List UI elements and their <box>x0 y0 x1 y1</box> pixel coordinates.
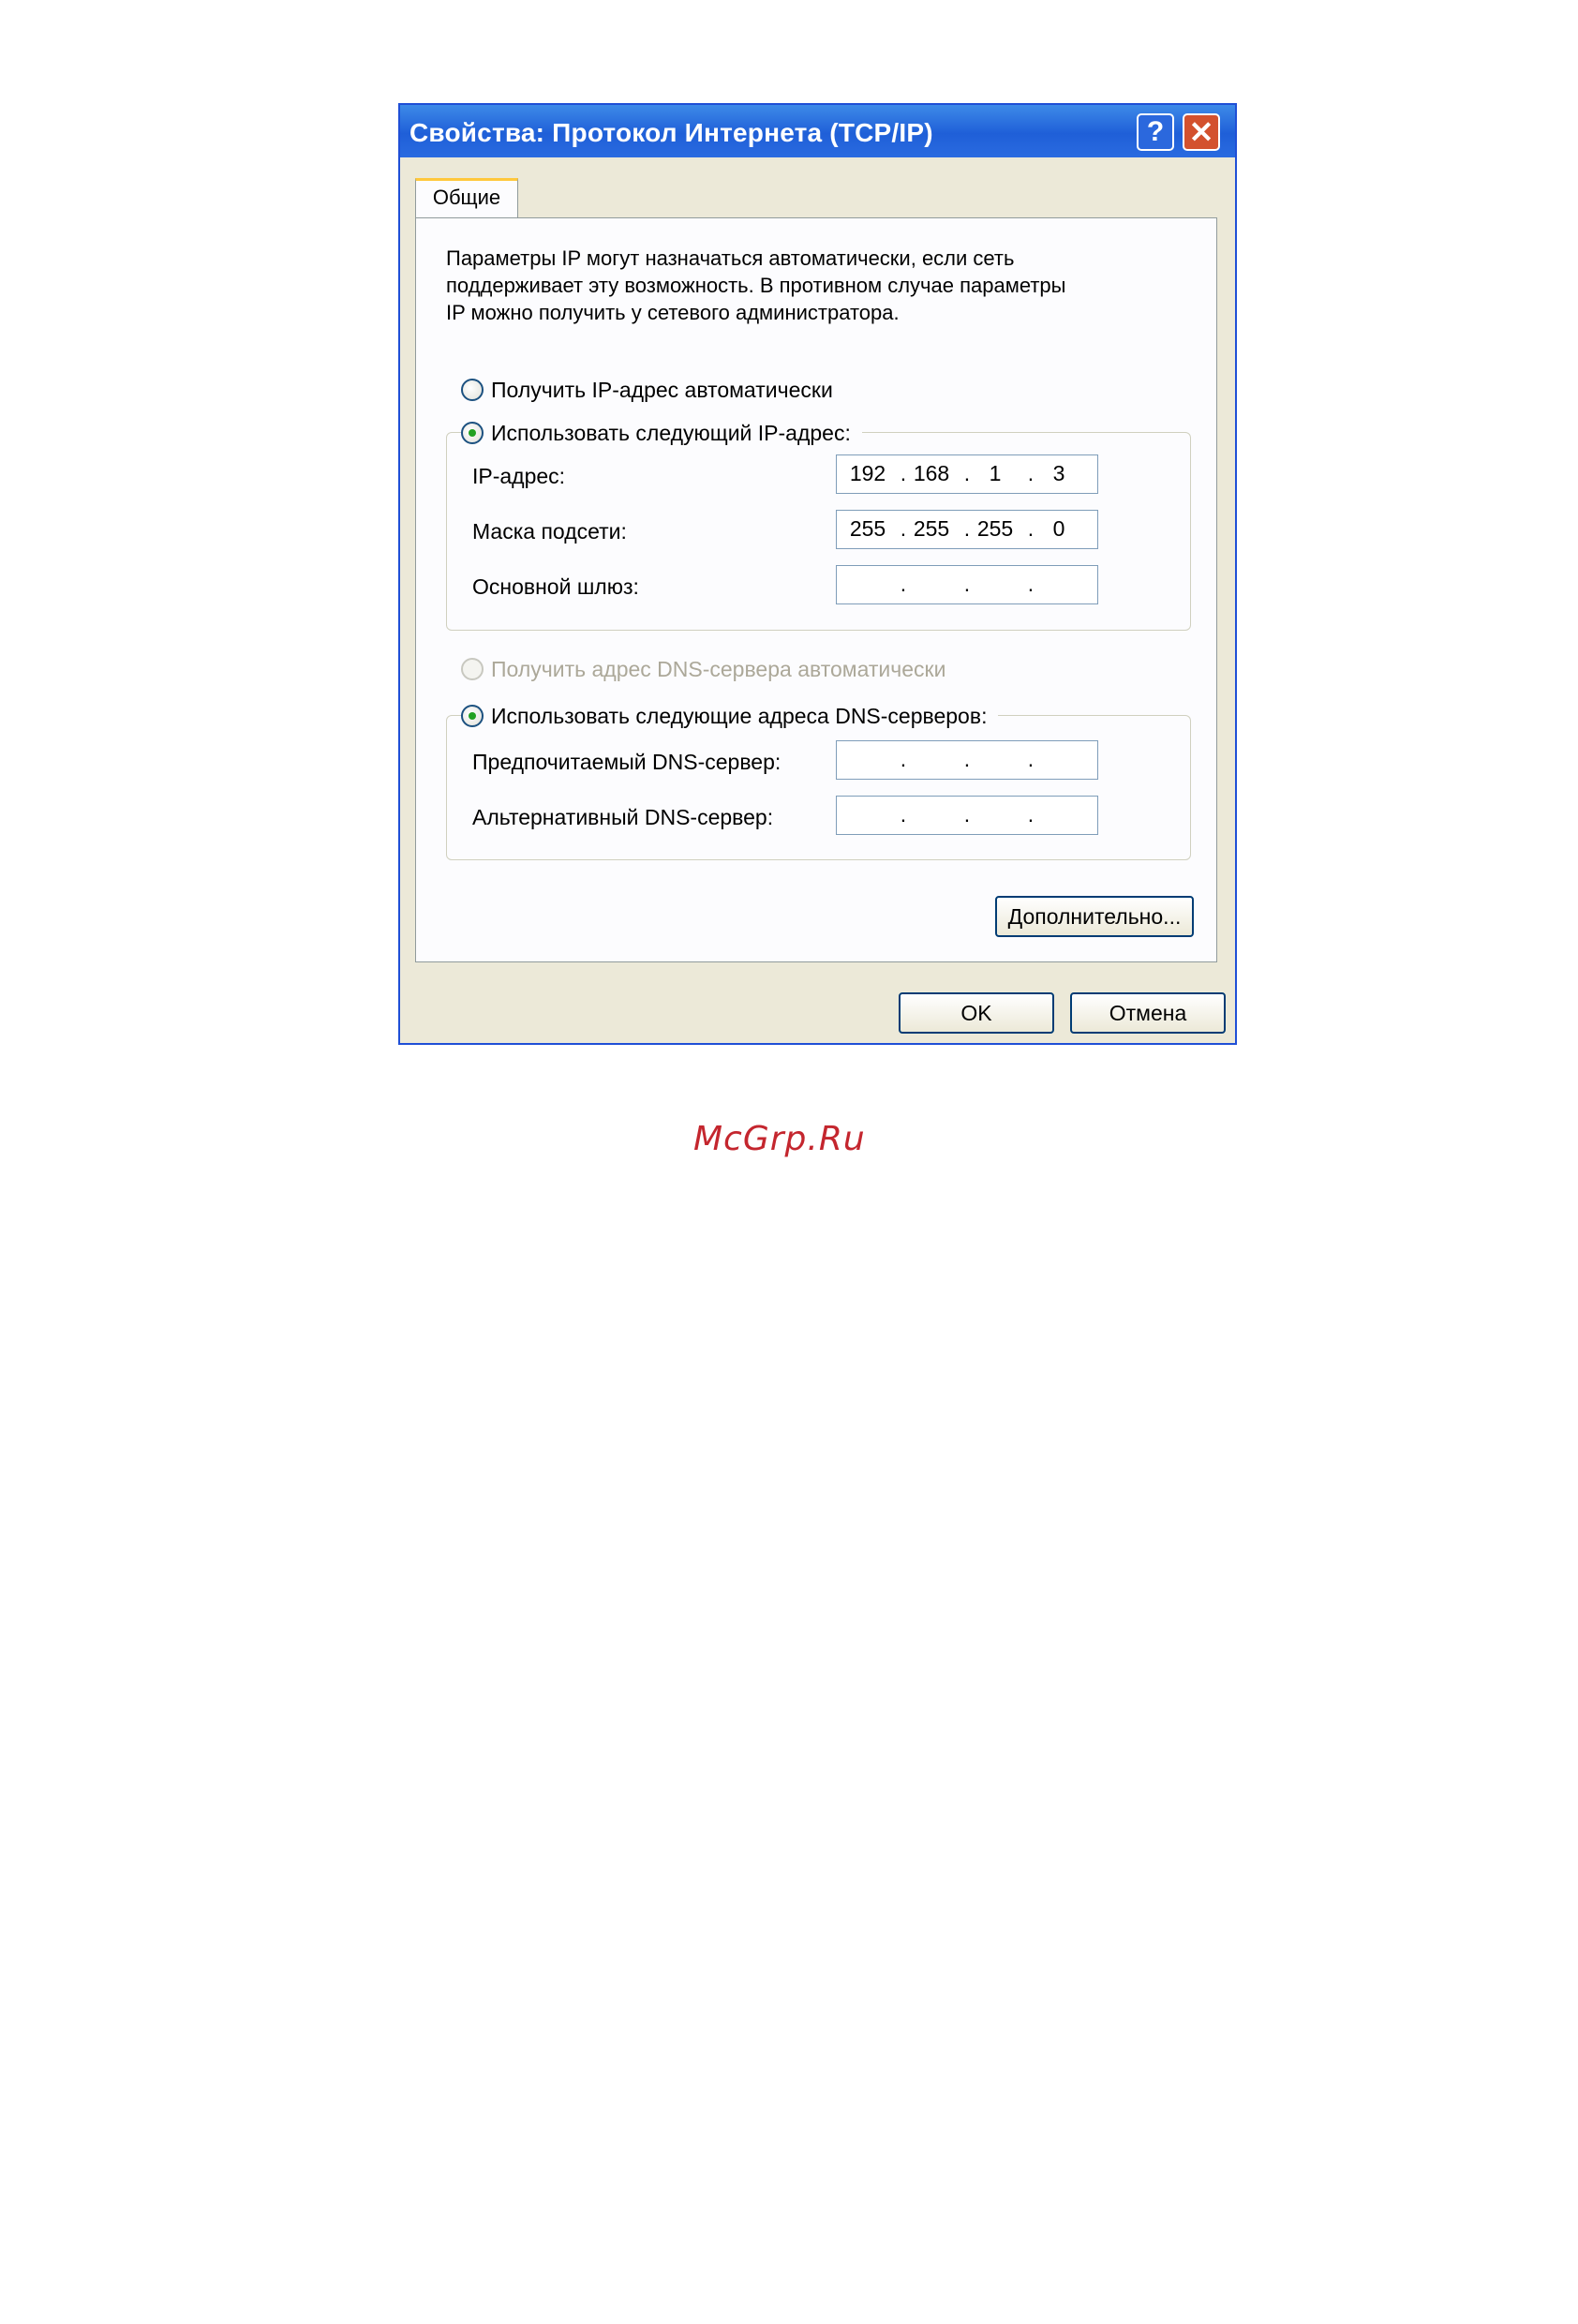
preferred-dns-label: Предпочитаемый DNS-сервер: <box>472 750 782 774</box>
radio-ip-manual[interactable]: Использовать следующий IP-адрес: <box>461 419 862 447</box>
ip-dot: . <box>963 802 971 827</box>
ip-dot: . <box>1027 461 1035 485</box>
watermark: McGrp.Ru <box>693 1120 866 1158</box>
ip-dot: . <box>963 572 971 596</box>
ip-dot: . <box>1027 572 1035 596</box>
ip-dot: . <box>900 572 907 596</box>
subnet-mask-input[interactable]: 255 . 255 . 255 . 0 <box>836 510 1098 549</box>
radio-dns-auto: Получить адрес DNS-сервера автоматически <box>461 655 958 683</box>
subnet-mask-label: Маска подсети: <box>472 519 627 544</box>
general-tab-panel: Параметры IP могут назначаться автоматич… <box>415 217 1217 962</box>
advanced-button[interactable]: Дополнительно... <box>995 896 1194 937</box>
ip-dot: . <box>963 747 971 771</box>
ip-octet: 255 <box>913 516 950 541</box>
gateway-input[interactable]: . . . <box>836 565 1098 604</box>
ip-dot: . <box>1027 802 1035 827</box>
ip-octet: 192 <box>849 461 886 485</box>
ok-button[interactable]: OK <box>899 992 1054 1034</box>
ip-octet: 3 <box>1052 461 1065 485</box>
title-bar[interactable]: Свойства: Протокол Интернета (TCP/IP) ? … <box>400 105 1235 157</box>
radio-ip-manual-circle[interactable] <box>461 422 484 444</box>
radio-dns-manual[interactable]: Использовать следующие адреса DNS-сервер… <box>461 702 999 730</box>
ip-dot: . <box>900 747 907 771</box>
tcpip-properties-dialog: Свойства: Протокол Интернета (TCP/IP) ? … <box>398 103 1237 1045</box>
radio-ip-auto-circle[interactable] <box>461 379 484 401</box>
radio-ip-auto-label: Получить IP-адрес автоматически <box>491 377 833 402</box>
radio-dns-auto-circle <box>461 658 484 680</box>
ip-address-input[interactable]: 192 . 168 . 1 . 3 <box>836 454 1098 494</box>
ip-dot: . <box>900 461 907 485</box>
alternate-dns-label: Альтернативный DNS-сервер: <box>472 805 774 829</box>
ip-dot: . <box>1027 516 1035 541</box>
radio-dns-manual-circle[interactable] <box>461 705 484 727</box>
tab-general[interactable]: Общие <box>415 178 518 217</box>
ip-dot: . <box>900 802 907 827</box>
help-icon[interactable]: ? <box>1137 113 1174 151</box>
alternate-dns-input[interactable]: . . . <box>836 796 1098 835</box>
ip-octet: 168 <box>913 461 950 485</box>
ip-dot: . <box>963 461 971 485</box>
ip-octet: 255 <box>849 516 886 541</box>
cancel-button[interactable]: Отмена <box>1070 992 1226 1034</box>
preferred-dns-input[interactable]: . . . <box>836 740 1098 780</box>
ip-octet: 1 <box>989 461 1002 485</box>
radio-dns-manual-label: Использовать следующие адреса DNS-сервер… <box>491 703 988 728</box>
ip-address-label: IP-адрес: <box>472 464 566 488</box>
gateway-label: Основной шлюз: <box>472 574 639 599</box>
dns-manual-group: Предпочитаемый DNS-сервер: . . . Альтерн… <box>446 715 1191 860</box>
ip-manual-group: IP-адрес: 192 . 168 . 1 . 3 Маска подсет… <box>446 432 1191 631</box>
ip-octet: 255 <box>976 516 1014 541</box>
ip-dot: . <box>900 516 907 541</box>
radio-dns-auto-label: Получить адрес DNS-сервера автоматически <box>491 656 946 681</box>
ip-dot: . <box>963 516 971 541</box>
ip-octet: 0 <box>1052 516 1065 541</box>
ip-dot: . <box>1027 747 1035 771</box>
window-title: Свойства: Протокол Интернета (TCP/IP) <box>409 118 933 147</box>
description-text: Параметры IP могут назначаться автоматич… <box>446 246 1066 324</box>
radio-ip-auto[interactable]: Получить IP-адрес автоматически <box>461 376 844 404</box>
close-icon[interactable]: ✕ <box>1183 113 1220 151</box>
radio-ip-manual-label: Использовать следующий IP-адрес: <box>491 420 851 445</box>
